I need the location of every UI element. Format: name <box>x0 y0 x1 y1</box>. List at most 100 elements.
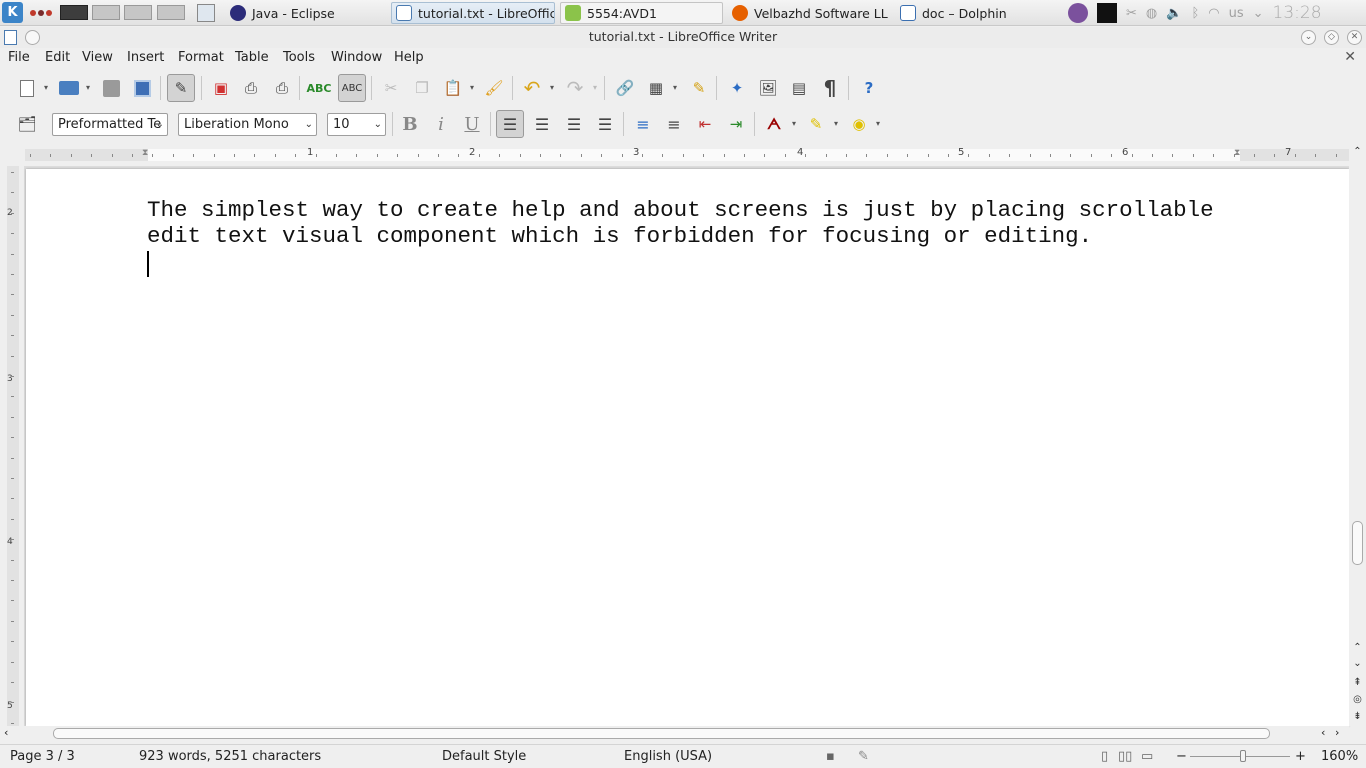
selection-mode-icon[interactable]: ▪ <box>826 749 835 764</box>
desktop-3-pager[interactable] <box>124 5 152 20</box>
new-document-icon[interactable] <box>14 75 40 101</box>
save-icon[interactable] <box>98 75 124 101</box>
align-right-icon[interactable]: ☰ <box>561 111 587 137</box>
table-dropdown-icon[interactable]: ▾ <box>673 83 677 92</box>
navigation-icon[interactable]: ◎ <box>1351 693 1364 706</box>
document-text[interactable]: The simplest way to create help and abou… <box>147 197 1267 249</box>
task-firefox[interactable]: Velbazhd Software LLC <box>728 2 888 24</box>
redo-dropdown-icon[interactable]: ▾ <box>593 83 597 92</box>
desktop-1-pager[interactable] <box>60 5 88 20</box>
export-pdf-icon[interactable]: ▣ <box>208 75 234 101</box>
vertical-ruler[interactable]: 2 3 4 5 <box>0 166 24 726</box>
horizontal-scroll-thumb[interactable] <box>53 728 1270 739</box>
italic-icon[interactable]: i <box>428 111 454 137</box>
bluetooth-icon[interactable]: ᛒ <box>1191 6 1199 21</box>
zoom-slider-handle[interactable] <box>1240 750 1246 762</box>
next-page-icon[interactable]: ⇟ <box>1351 710 1364 723</box>
copy-icon[interactable]: ❐ <box>409 75 435 101</box>
desktop-4-pager[interactable] <box>157 5 185 20</box>
writer-app-icon[interactable] <box>4 30 17 45</box>
klipper-icon[interactable]: ✂ <box>1126 6 1137 21</box>
redo-icon[interactable]: ↷ <box>562 75 588 101</box>
increase-indent-icon[interactable]: ⇥ <box>723 111 749 137</box>
autospellcheck-icon[interactable]: ABC <box>338 74 366 102</box>
page-style[interactable]: Default Style <box>442 749 526 764</box>
single-page-view-icon[interactable]: ▯ <box>1101 749 1108 764</box>
justify-icon[interactable]: ☰ <box>592 111 618 137</box>
decrease-indent-icon[interactable]: ⇤ <box>692 111 718 137</box>
zoom-in-icon[interactable]: + <box>1295 749 1306 764</box>
book-view-icon[interactable]: ▭ <box>1141 749 1153 764</box>
open-icon[interactable] <box>56 75 82 101</box>
keyboard-layout[interactable]: us <box>1229 6 1244 21</box>
page-indicator[interactable]: Page 3 / 3 <box>10 749 75 764</box>
open-dropdown-icon[interactable]: ▾ <box>86 83 90 92</box>
menu-tools[interactable]: Tools <box>283 50 315 65</box>
paste-icon[interactable]: 📋 <box>440 75 466 101</box>
menu-format[interactable]: Format <box>178 50 224 65</box>
bold-icon[interactable]: B <box>397 111 423 137</box>
menu-file[interactable]: File <box>8 50 30 65</box>
underline-icon[interactable]: U <box>459 111 485 137</box>
task-libreoffice[interactable]: tutorial.txt - LibreOffic <box>391 2 555 24</box>
highlighting-icon[interactable]: ✎ <box>803 111 829 137</box>
zoom-out-icon[interactable]: − <box>1176 749 1187 764</box>
minimize-icon[interactable]: ⌄ <box>1301 30 1316 45</box>
horizontal-scrollbar[interactable]: ‹ ‹ › <box>0 726 1349 742</box>
background-color-dropdown-icon[interactable]: ▾ <box>876 119 880 128</box>
close-icon[interactable]: ✕ <box>1347 30 1362 45</box>
menu-window[interactable]: Window <box>331 50 382 65</box>
window-menu-icon[interactable] <box>25 30 40 45</box>
data-sources-icon[interactable]: ▤ <box>786 75 812 101</box>
left-indent-marker[interactable]: ⧗ <box>142 148 148 158</box>
menu-view[interactable]: View <box>82 50 113 65</box>
volume-icon[interactable]: 🔈 <box>1166 6 1182 21</box>
zoom-level[interactable]: 160% <box>1321 749 1358 764</box>
scroll-up-icon[interactable]: ⌃ <box>1351 641 1364 654</box>
font-color-icon[interactable]: ᗅ <box>761 111 787 137</box>
word-count[interactable]: 923 words, 5251 characters <box>139 749 321 764</box>
font-size-combo[interactable]: 10 ⌄ <box>327 113 386 136</box>
activity-dots-icon[interactable] <box>30 3 54 23</box>
align-left-icon[interactable]: ☰ <box>496 110 524 138</box>
dropbox-icon[interactable] <box>1097 3 1117 23</box>
menu-insert[interactable]: Insert <box>127 50 164 65</box>
previous-page-icon[interactable]: ⇞ <box>1351 676 1364 689</box>
menu-edit[interactable]: Edit <box>45 50 70 65</box>
network-icon[interactable]: ◍ <box>1146 6 1157 21</box>
numbering-icon[interactable]: ≡ <box>630 111 656 137</box>
vertical-scroll-thumb[interactable] <box>1352 521 1363 565</box>
font-name-combo[interactable]: Liberation Mono ⌄ <box>178 113 317 136</box>
insert-table-icon[interactable]: ▦ <box>643 75 669 101</box>
new-dropdown-icon[interactable]: ▾ <box>44 83 48 92</box>
edit-mode-icon[interactable]: ✎ <box>167 74 195 102</box>
formatting-marks-icon[interactable]: ¶ <box>817 75 843 101</box>
task-eclipse[interactable]: Java - Eclipse <box>226 2 386 24</box>
scroll-up-icon[interactable]: ⌃ <box>1351 145 1364 158</box>
scroll-left-icon[interactable]: ‹ <box>1321 726 1325 739</box>
task-dolphin[interactable]: doc – Dolphin <box>896 2 1056 24</box>
undo-dropdown-icon[interactable]: ▾ <box>550 83 554 92</box>
menu-table[interactable]: Table <box>235 50 269 65</box>
close-document-icon[interactable]: ✕ <box>1344 49 1356 65</box>
hyperlink-icon[interactable]: 🔗 <box>612 75 638 101</box>
show-desktop-icon[interactable] <box>197 4 215 22</box>
scroll-down-icon[interactable]: ⌄ <box>1351 657 1364 670</box>
maximize-icon[interactable]: ◇ <box>1324 30 1339 45</box>
clone-formatting-icon[interactable]: 🖌 <box>481 75 507 101</box>
kde-menu-icon[interactable]: K <box>2 2 23 23</box>
print-preview-icon[interactable]: ⎙ <box>269 75 295 101</box>
paragraph-style-combo[interactable]: Preformatted Te ⌄ <box>52 113 168 136</box>
document-page[interactable]: The simplest way to create help and abou… <box>26 169 1349 726</box>
undo-icon[interactable]: ↶ <box>519 75 545 101</box>
scroll-left-icon[interactable]: ‹ <box>4 726 8 739</box>
clock[interactable]: 13:28 <box>1273 3 1322 23</box>
wifi-icon[interactable]: ◠ <box>1208 6 1219 21</box>
print-icon[interactable]: ⎙ <box>238 75 264 101</box>
menu-help[interactable]: Help <box>394 50 424 65</box>
navigator-icon[interactable]: ✦ <box>724 75 750 101</box>
export-icon[interactable] <box>129 75 155 101</box>
vertical-scrollbar[interactable]: ⌃ ⌃ ⌄ ⇞ ◎ ⇟ <box>1349 145 1366 726</box>
spellcheck-icon[interactable]: ABC <box>306 75 332 101</box>
chevron-down-icon[interactable]: ⌄ <box>1253 6 1264 21</box>
